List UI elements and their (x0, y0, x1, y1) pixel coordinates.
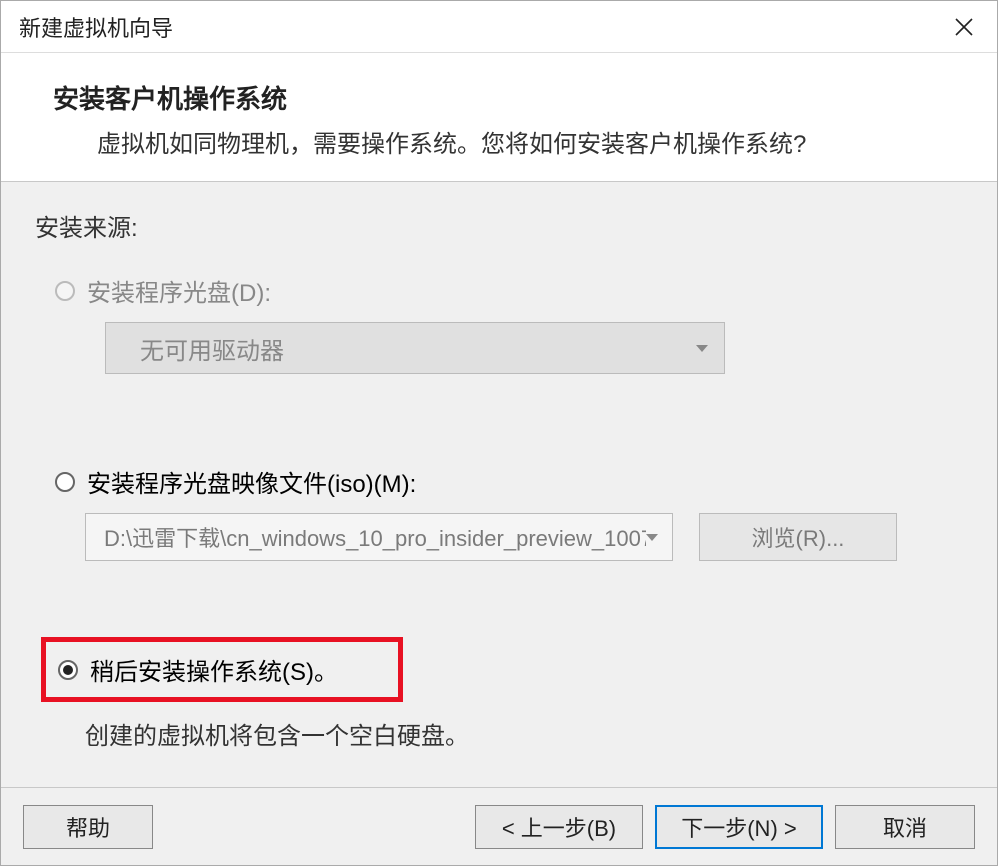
iso-path-value: D:\迅雷下载\cn_windows_10_pro_insider_previe… (104, 521, 646, 553)
cancel-button[interactable]: 取消 (835, 805, 975, 849)
chevron-down-icon (646, 534, 658, 541)
help-button[interactable]: 帮助 (23, 805, 153, 849)
cancel-button-label: 取消 (883, 811, 927, 843)
radio-installer-disc (55, 281, 75, 301)
option-installer-disc: 安装程序光盘(D): (35, 273, 963, 308)
option-install-later-highlight: 稍后安装操作系统(S)。 (41, 637, 403, 702)
browse-button: 浏览(R)... (699, 513, 897, 561)
titlebar: 新建虚拟机向导 (1, 1, 997, 53)
option-install-later-label: 稍后安装操作系统(S)。 (90, 652, 338, 687)
browse-button-label: 浏览(R)... (752, 521, 845, 553)
iso-row: D:\迅雷下载\cn_windows_10_pro_insider_previe… (85, 513, 963, 561)
option-install-later[interactable]: 稍后安装操作系统(S)。 (58, 652, 338, 687)
page-subtitle: 虚拟机如同物理机，需要操作系统。您将如何安装客户机操作系统? (53, 124, 957, 159)
install-later-hint: 创建的虚拟机将包含一个空白硬盘。 (85, 716, 963, 751)
wizard-footer: 帮助 < 上一步(B) 下一步(N) > 取消 (1, 787, 997, 865)
radio-iso-file[interactable] (55, 472, 75, 492)
back-button[interactable]: < 上一步(B) (475, 805, 643, 849)
radio-install-later[interactable] (58, 660, 78, 680)
chevron-down-icon (696, 345, 708, 352)
drive-dropdown: 无可用驱动器 (105, 322, 725, 374)
back-button-label: < 上一步(B) (502, 811, 616, 843)
help-button-label: 帮助 (66, 811, 110, 843)
option-iso-file[interactable]: 安装程序光盘映像文件(iso)(M): (35, 464, 963, 499)
window-title: 新建虚拟机向导 (19, 11, 173, 43)
close-icon (955, 18, 973, 36)
wizard-header: 安装客户机操作系统 虚拟机如同物理机，需要操作系统。您将如何安装客户机操作系统? (1, 53, 997, 182)
drive-dropdown-value: 无可用驱动器 (140, 331, 284, 366)
option-iso-file-label: 安装程序光盘映像文件(iso)(M): (87, 464, 416, 499)
page-title: 安装客户机操作系统 (53, 79, 957, 116)
wizard-content: 安装来源: 安装程序光盘(D): 无可用驱动器 安装程序光盘映像文件(iso)(… (1, 182, 997, 787)
iso-path-combo: D:\迅雷下载\cn_windows_10_pro_insider_previe… (85, 513, 673, 561)
next-button-label: 下一步(N) > (681, 811, 797, 843)
install-source-label: 安装来源: (35, 208, 963, 243)
new-vm-wizard-dialog: 新建虚拟机向导 安装客户机操作系统 虚拟机如同物理机，需要操作系统。您将如何安装… (0, 0, 998, 866)
option-installer-disc-label: 安装程序光盘(D): (87, 273, 271, 308)
next-button[interactable]: 下一步(N) > (655, 805, 823, 849)
close-button[interactable] (949, 12, 979, 42)
